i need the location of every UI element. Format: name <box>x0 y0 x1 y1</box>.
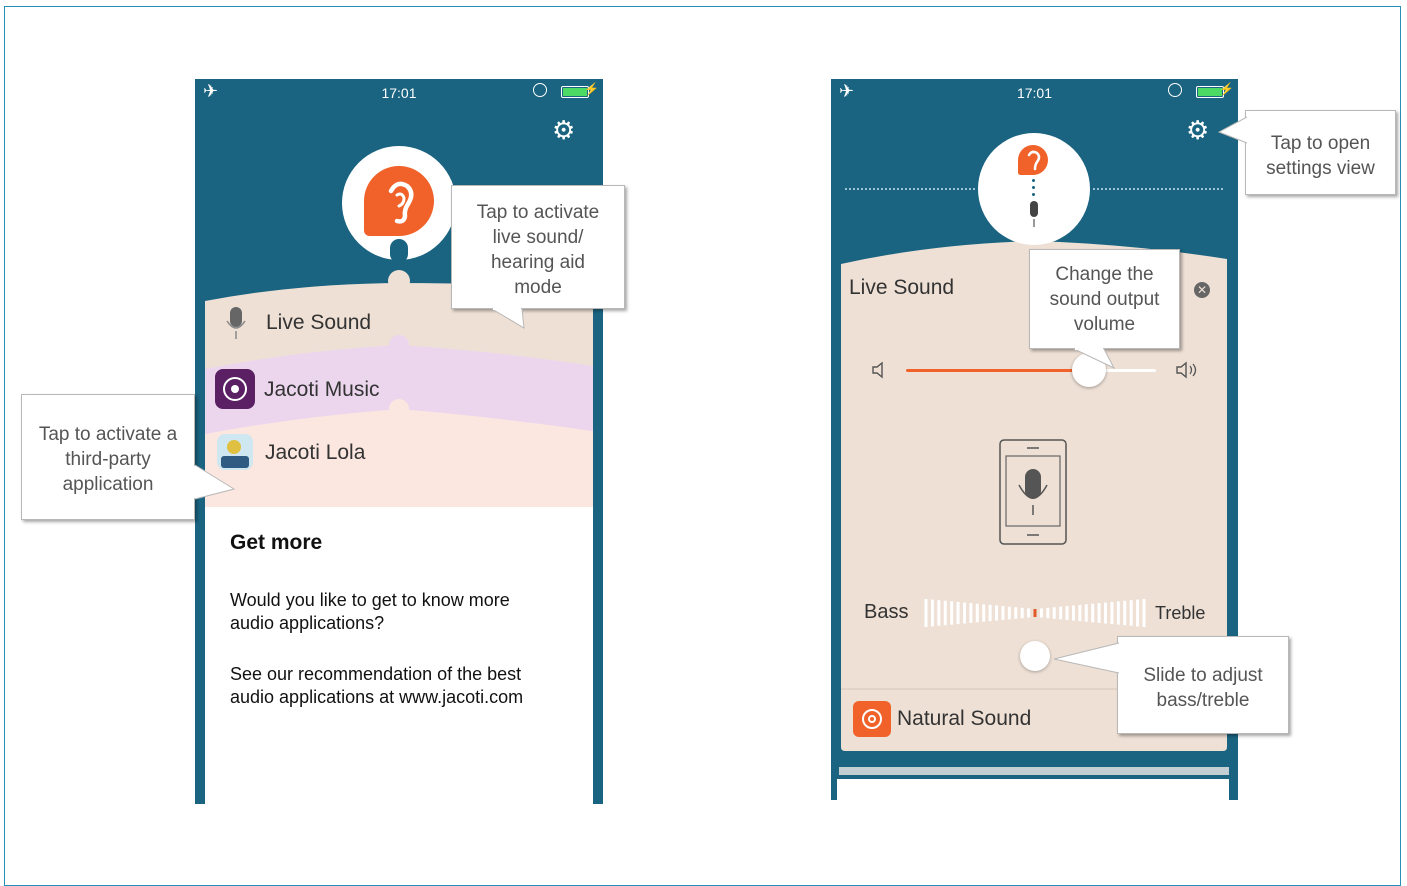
callout-bass-line-1: Slide to adjust <box>1143 665 1263 686</box>
equalizer-bar <box>1046 607 1050 619</box>
equalizer-bar <box>950 601 954 625</box>
hearing-aid-toggle-button[interactable] <box>978 133 1090 245</box>
callout-bass-treble: Slide to adjust bass/treble <box>1053 636 1289 734</box>
jacoti-music-row[interactable]: Jacoti Music <box>205 362 593 427</box>
equalizer-bar <box>1116 601 1120 625</box>
equalizer-bar <box>1078 604 1082 622</box>
natural-sound-label: Natural Sound <box>897 707 1032 730</box>
callout-live-sound-line-1: Tap to activate <box>476 202 600 223</box>
equalizer-bar <box>1104 602 1108 624</box>
callout-volume-line-1: Change the <box>1055 264 1154 285</box>
jacoti-music-label: Jacoti Music <box>264 378 380 401</box>
equalizer-bar <box>1001 606 1005 620</box>
equalizer-bar <box>1136 599 1140 627</box>
equalizer-bar <box>1059 606 1063 620</box>
equalizer-bar <box>1071 605 1075 621</box>
equalizer-bar <box>969 603 973 623</box>
microphone-icon <box>226 307 246 339</box>
bass-treble-slider-thumb[interactable] <box>1020 641 1050 671</box>
phone-microphone-illustration <box>999 439 1067 545</box>
callout-third-party: Tap to activate a third-party applicatio… <box>21 394 236 520</box>
callout-settings-line-2: settings view <box>1266 158 1375 179</box>
equalizer-bar <box>1091 603 1095 623</box>
equalizer-bar <box>1142 599 1146 627</box>
equalizer-bar <box>943 600 947 626</box>
equalizer-bar <box>1014 607 1018 619</box>
equalizer-bar <box>1065 606 1069 620</box>
callout-live-sound-line-4: mode <box>514 277 562 298</box>
jacoti-lola-label: Jacoti Lola <box>265 441 366 464</box>
get-more-section: Get more Would you like to get to know m… <box>230 531 580 709</box>
equalizer-bar <box>924 599 928 627</box>
callout-settings: Tap to open settings view <box>1217 110 1396 195</box>
volume-low-icon <box>872 361 883 379</box>
callout-live-sound-line-3: hearing aid <box>490 252 586 273</box>
callout-third-party-line-2: third-party <box>65 449 151 470</box>
get-more-text-2a: See our recommendation of the best <box>230 664 522 684</box>
equalizer-bar <box>1027 608 1031 618</box>
get-more-text-2: See our recommendation of the best audio… <box>230 663 580 709</box>
live-sound-label: Live Sound <box>266 311 372 334</box>
equalizer-bar <box>937 600 941 626</box>
equalizer-bar <box>1097 603 1101 623</box>
callout-bass-line-2: bass/treble <box>1156 690 1250 711</box>
equalizer-bar <box>1052 607 1056 619</box>
get-more-text-2b[interactable]: audio applications at www.jacoti.com <box>230 686 580 709</box>
callout-volume: Change the sound output volume <box>1029 249 1180 370</box>
bass-label: Bass <box>864 601 909 623</box>
ear-icon <box>364 166 434 236</box>
equalizer-bar <box>1110 601 1114 625</box>
treble-label: Treble <box>1155 603 1206 623</box>
callout-live-sound: Tap to activate live sound/ hearing aid … <box>451 185 625 329</box>
equalizer-bar <box>1123 600 1127 626</box>
equalizer-bar <box>956 601 960 625</box>
volume-slider[interactable] <box>906 353 1156 387</box>
equalizer-bar <box>988 604 992 622</box>
equalizer-bar <box>1084 604 1088 622</box>
equalizer-bar <box>982 604 986 622</box>
connector-notch <box>390 239 408 263</box>
volume-high-icon <box>1176 361 1197 379</box>
volume-slider-fill <box>906 369 1089 372</box>
callout-live-sound-line-2: live sound/ <box>492 227 584 248</box>
equalizer-bar <box>962 602 966 624</box>
get-more-title: Get more <box>230 531 323 554</box>
get-more-text-1a: Would you like to get to know more <box>230 590 510 610</box>
panel-title: Live Sound <box>849 276 955 299</box>
jacoti-lola-row[interactable]: Jacoti Lola <box>205 429 593 499</box>
close-panel-icon[interactable]: ✕ <box>1194 282 1210 298</box>
preset-icon <box>853 701 891 737</box>
jacoti-music-icon <box>215 369 255 409</box>
callout-settings-line-1: Tap to open <box>1270 133 1371 154</box>
equalizer-bar <box>1020 607 1024 619</box>
equalizer-bar <box>1007 606 1011 620</box>
bass-treble-equalizer <box>924 599 1146 627</box>
equalizer-bar <box>1039 608 1043 618</box>
callout-third-party-line-3: application <box>62 474 154 495</box>
callout-volume-line-2: sound output <box>1049 289 1160 310</box>
equalizer-bar <box>930 599 934 627</box>
equalizer-bar <box>1033 609 1037 617</box>
equalizer-bar <box>1129 600 1133 626</box>
get-more-text-1: Would you like to get to know more audio… <box>230 589 580 635</box>
equalizer-bar <box>995 605 999 621</box>
equalizer-bar <box>975 603 979 623</box>
ear-icon <box>1018 145 1048 175</box>
get-more-text-1b: audio applications? <box>230 613 385 633</box>
natural-sound-preset-button[interactable]: Natural Sound <box>853 701 1113 739</box>
microphone-icon <box>1030 201 1038 227</box>
callout-third-party-line-1: Tap to activate a <box>38 424 178 445</box>
callout-volume-line-3: volume <box>1073 314 1136 335</box>
